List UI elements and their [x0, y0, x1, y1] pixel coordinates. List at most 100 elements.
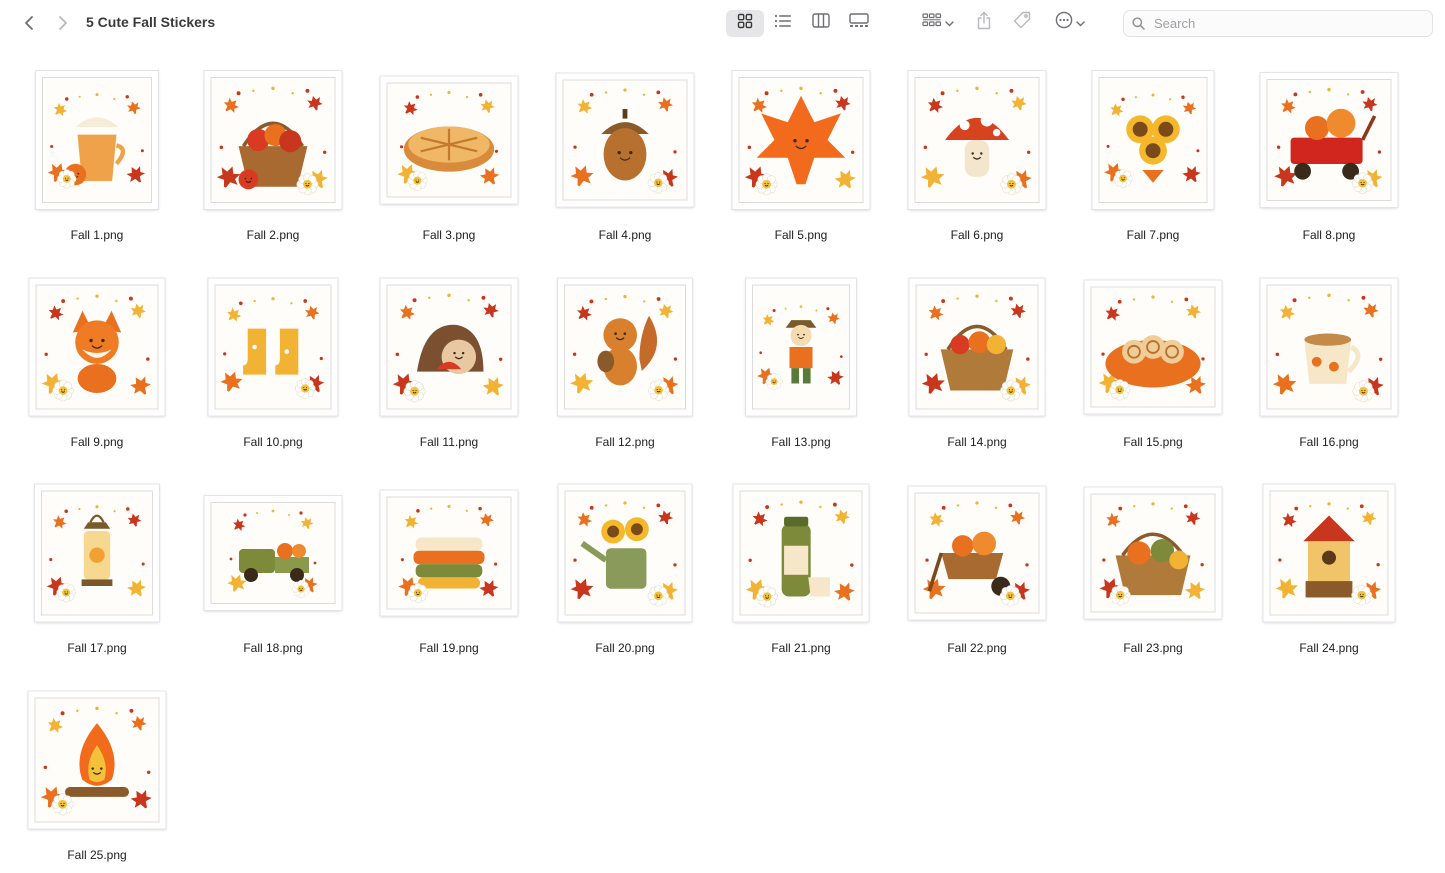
- file-thumbnail[interactable]: [732, 71, 870, 209]
- acorn-icon: [562, 79, 688, 201]
- file-name-label[interactable]: Fall 15.png: [1065, 435, 1241, 449]
- file-thumbnail[interactable]: [746, 278, 856, 415]
- file-item[interactable]: Fall 23.png: [1065, 469, 1241, 676]
- file-item[interactable]: Fall 15.png: [1065, 263, 1241, 470]
- file-name-label[interactable]: Fall 1.png: [9, 228, 185, 242]
- file-thumbnail[interactable]: [1263, 484, 1395, 622]
- file-item[interactable]: Fall 7.png: [1065, 56, 1241, 263]
- file-thumbnail[interactable]: [908, 486, 1046, 620]
- file-item[interactable]: Fall 8.png: [1241, 56, 1417, 263]
- gallery-view-button[interactable]: [840, 10, 878, 37]
- file-item[interactable]: Fall 22.png: [889, 469, 1065, 676]
- file-thumbnail[interactable]: [380, 278, 518, 415]
- file-item[interactable]: Fall 11.png: [361, 263, 537, 470]
- file-item[interactable]: Fall 24.png: [1241, 469, 1417, 676]
- list-view-button[interactable]: [764, 10, 802, 37]
- chevron-right-icon[interactable]: [52, 12, 74, 34]
- file-thumbnail[interactable]: [204, 496, 342, 610]
- group-by-button[interactable]: [917, 9, 959, 36]
- file-thumbnail[interactable]: [1092, 71, 1214, 209]
- file-item[interactable]: Fall 5.png: [713, 56, 889, 263]
- file-thumbnail[interactable]: [204, 71, 342, 209]
- file-name-label[interactable]: Fall 4.png: [537, 228, 713, 242]
- file-name-label[interactable]: Fall 14.png: [889, 435, 1065, 449]
- file-thumbnail[interactable]: [28, 691, 166, 828]
- blanket-stack-icon: [386, 496, 512, 610]
- file-name-label[interactable]: Fall 25.png: [9, 848, 185, 862]
- file-name-label[interactable]: Fall 13.png: [713, 435, 889, 449]
- squirrel-icon: [564, 284, 686, 409]
- file-item[interactable]: Fall 13.png: [713, 263, 889, 470]
- file-thumbnail[interactable]: [733, 484, 869, 622]
- wagon-icon: [1266, 79, 1392, 201]
- search-icon: [1132, 17, 1146, 31]
- file-item[interactable]: Fall 25.png: [9, 676, 185, 873]
- file-item[interactable]: Fall 17.png: [9, 469, 185, 676]
- file-name-label[interactable]: Fall 12.png: [537, 435, 713, 449]
- file-name-label[interactable]: Fall 16.png: [1241, 435, 1417, 449]
- file-thumbnail[interactable]: [380, 490, 518, 616]
- file-name-label[interactable]: Fall 17.png: [9, 641, 185, 655]
- file-item[interactable]: Fall 12.png: [537, 263, 713, 470]
- wheelbarrow-icon: [914, 492, 1040, 614]
- icon-view-button[interactable]: [726, 9, 764, 37]
- file-name-label[interactable]: Fall 3.png: [361, 228, 537, 242]
- column-view-button[interactable]: [802, 10, 840, 37]
- file-item[interactable]: Fall 10.png: [185, 263, 361, 470]
- file-item[interactable]: Fall 3.png: [361, 56, 537, 263]
- file-thumbnail[interactable]: [36, 71, 158, 209]
- more-actions-button[interactable]: [1050, 9, 1090, 36]
- scarecrow-icon: [752, 284, 850, 409]
- file-name-label[interactable]: Fall 23.png: [1065, 641, 1241, 655]
- file-item[interactable]: Fall 16.png: [1241, 263, 1417, 470]
- search-field[interactable]: [1123, 10, 1433, 37]
- file-name-label[interactable]: Fall 22.png: [889, 641, 1065, 655]
- file-thumbnail[interactable]: [29, 278, 165, 415]
- file-thumbnail[interactable]: [380, 76, 518, 204]
- file-item[interactable]: Fall 18.png: [185, 469, 361, 676]
- tag-button[interactable]: [1010, 9, 1034, 36]
- grid-icon: [737, 13, 753, 34]
- file-thumbnail[interactable]: [909, 278, 1045, 415]
- file-name-label[interactable]: Fall 5.png: [713, 228, 889, 242]
- file-item[interactable]: Fall 19.png: [361, 469, 537, 676]
- file-name-label[interactable]: Fall 18.png: [185, 641, 361, 655]
- file-item[interactable]: Fall 21.png: [713, 469, 889, 676]
- file-thumbnail[interactable]: [1084, 487, 1222, 619]
- file-name-label[interactable]: Fall 11.png: [361, 435, 537, 449]
- list-icon: [774, 14, 792, 33]
- file-thumbnail[interactable]: [558, 278, 692, 415]
- file-name-label[interactable]: Fall 19.png: [361, 641, 537, 655]
- file-thumbnail[interactable]: [1260, 278, 1398, 415]
- file-name-label[interactable]: Fall 8.png: [1241, 228, 1417, 242]
- file-thumbnail[interactable]: [208, 278, 338, 415]
- file-name-label[interactable]: Fall 9.png: [9, 435, 185, 449]
- file-item[interactable]: Fall 4.png: [537, 56, 713, 263]
- thermos-icon: [739, 490, 863, 616]
- file-thumbnail[interactable]: [1260, 73, 1398, 207]
- file-thumbnail[interactable]: [1084, 280, 1222, 413]
- file-grid: Fall 1.png Fall 2.png Fall 3.png Fall 4.png…: [9, 56, 1419, 873]
- file-item[interactable]: Fall 2.png: [185, 56, 361, 263]
- file-thumbnail[interactable]: [556, 73, 694, 207]
- file-name-label[interactable]: Fall 10.png: [185, 435, 361, 449]
- chevron-left-icon[interactable]: [18, 12, 40, 34]
- campfire-icon: [34, 697, 160, 822]
- file-name-label[interactable]: Fall 21.png: [713, 641, 889, 655]
- file-name-label[interactable]: Fall 20.png: [537, 641, 713, 655]
- file-name-label[interactable]: Fall 24.png: [1241, 641, 1417, 655]
- file-item[interactable]: Fall 1.png: [9, 56, 185, 263]
- file-name-label[interactable]: Fall 2.png: [185, 228, 361, 242]
- share-button[interactable]: [972, 9, 996, 36]
- file-item[interactable]: Fall 9.png: [9, 263, 185, 470]
- file-item[interactable]: Fall 6.png: [889, 56, 1065, 263]
- file-name-label[interactable]: Fall 7.png: [1065, 228, 1241, 242]
- file-thumbnail[interactable]: [558, 484, 692, 622]
- file-name-label[interactable]: Fall 6.png: [889, 228, 1065, 242]
- file-thumbnail[interactable]: [908, 71, 1046, 209]
- file-item[interactable]: Fall 14.png: [889, 263, 1065, 470]
- share-icon: [976, 11, 992, 35]
- file-item[interactable]: Fall 20.png: [537, 469, 713, 676]
- file-thumbnail[interactable]: [35, 484, 159, 622]
- search-input[interactable]: [1154, 16, 1424, 31]
